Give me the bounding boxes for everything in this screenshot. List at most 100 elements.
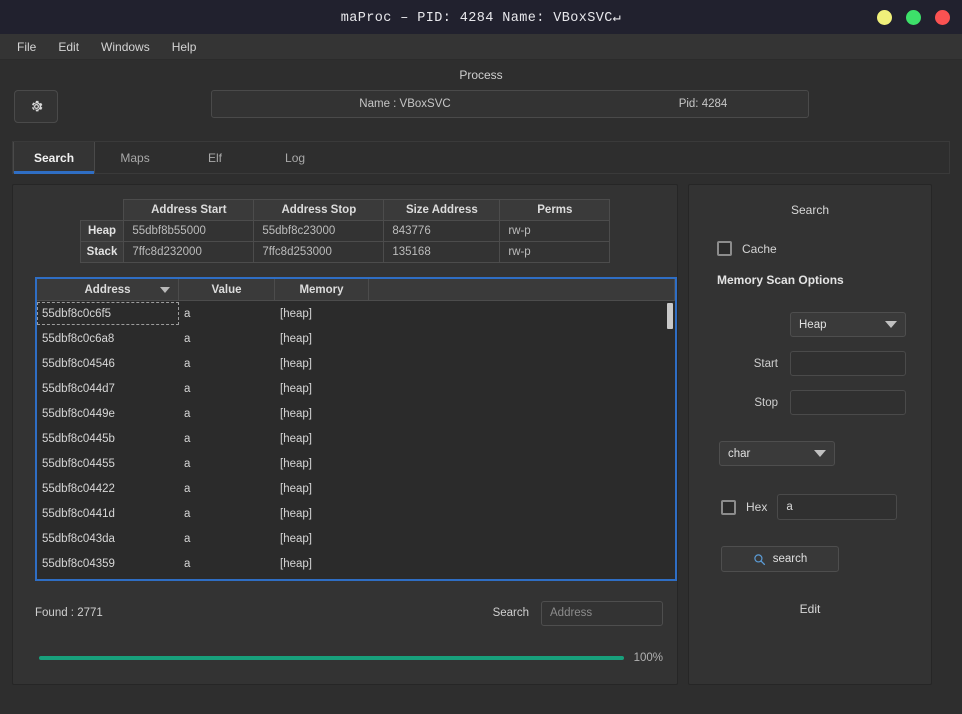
tab-maps[interactable]: Maps: [95, 142, 175, 173]
row-value: a: [184, 357, 191, 370]
region-select-value: Heap: [799, 318, 827, 331]
maximize-button[interactable]: [906, 9, 921, 25]
row-address: 55dbf8c043da: [42, 532, 115, 545]
search-button[interactable]: search: [721, 546, 839, 572]
table-row[interactable]: 55dbf8c04546 a [heap]: [37, 351, 675, 376]
table-row[interactable]: 55dbf8c0441d a [heap]: [37, 501, 675, 526]
menu-item-help[interactable]: Help: [163, 37, 206, 57]
row-value: a: [184, 557, 191, 570]
results-header-address[interactable]: Address: [37, 279, 179, 301]
maps-row-label-heap: Heap: [79, 220, 125, 242]
menu-item-edit[interactable]: Edit: [49, 37, 88, 57]
search-value-input[interactable]: [777, 494, 898, 520]
close-button[interactable]: [935, 9, 950, 25]
type-select-row: char: [689, 415, 931, 466]
table-row[interactable]: 55dbf8c043da a [heap]: [37, 526, 675, 551]
results-header-value[interactable]: Value: [179, 279, 275, 301]
maps-stack-start: 7ffc8d232000: [123, 241, 255, 263]
cache-option-row: Cache: [689, 217, 931, 256]
menu-item-windows[interactable]: Windows: [92, 37, 159, 57]
menu-item-file[interactable]: File: [8, 37, 45, 57]
process-pid: Pid: 4284: [678, 98, 728, 110]
row-address: 55dbf8c0449e: [42, 407, 115, 420]
maps-heap-stop: 55dbf8c23000: [253, 220, 385, 242]
memory-maps-wrap: Address Start Address Stop Size Address …: [13, 185, 677, 263]
stop-input[interactable]: [790, 390, 906, 415]
table-row[interactable]: 55dbf8c044d7 a [heap]: [37, 376, 675, 401]
row-value: a: [184, 532, 191, 545]
search-results-panel: Address Start Address Stop Size Address …: [12, 184, 678, 685]
cache-label: Cache: [742, 241, 777, 256]
maps-stack-size: 135168: [383, 241, 501, 263]
minimize-button[interactable]: [877, 9, 892, 25]
maps-stack-stop: 7ffc8d253000: [253, 241, 385, 263]
table-row[interactable]: 55dbf8c04455 a [heap]: [37, 451, 675, 476]
footer-search-label: Search: [492, 607, 529, 619]
region-select[interactable]: Heap: [790, 312, 906, 337]
row-memory: [heap]: [280, 457, 312, 470]
start-label: Start: [753, 357, 778, 370]
maps-header-address-stop: Address Stop: [253, 199, 385, 221]
tab-log[interactable]: Log: [255, 142, 335, 173]
maps-row-stack[interactable]: Stack 7ffc8d232000 7ffc8d253000 135168 r…: [79, 241, 611, 263]
edit-label: Edit: [799, 602, 821, 616]
table-row[interactable]: 55dbf8c0449e a [heap]: [37, 401, 675, 426]
results-table[interactable]: Address Value Memory 55dbf8c0c6f5 a [hea…: [35, 277, 677, 581]
maps-heap-perms: rw-p: [499, 220, 611, 242]
table-row[interactable]: 55dbf8c04422 a [heap]: [37, 476, 675, 501]
results-header-memory[interactable]: Memory: [275, 279, 369, 301]
results-scrollbar-thumb[interactable]: [667, 303, 673, 329]
memory-maps-table: Address Start Address Stop Size Address …: [79, 199, 611, 263]
row-address: 55dbf8c0c6f5: [37, 302, 179, 325]
process-heading: Process: [459, 68, 503, 82]
maps-heap-start: 55dbf8b55000: [123, 220, 255, 242]
row-memory: [heap]: [280, 432, 312, 445]
tab-elf[interactable]: Elf: [175, 142, 255, 173]
tab-bar: Search Maps Elf Log: [12, 141, 950, 174]
results-header-filler: [369, 279, 675, 301]
value-type-select[interactable]: char: [719, 441, 835, 466]
process-name: Name : VBoxSVC: [359, 98, 451, 110]
row-memory: [heap]: [280, 482, 312, 495]
settings-button[interactable]: [14, 90, 58, 123]
stop-field-row: Stop: [689, 376, 931, 415]
hex-checkbox[interactable]: [721, 499, 736, 515]
row-address: 55dbf8c0c6a8: [42, 332, 115, 345]
tab-log-label: Log: [285, 150, 306, 165]
progress-bar-fill: [39, 656, 624, 660]
scan-options-title: Memory Scan Options: [717, 273, 844, 287]
process-area: Process Name : VBoxSVC Pid: 4284: [0, 60, 962, 123]
row-address: 55dbf8c04546: [42, 357, 115, 370]
search-button-row: search: [689, 520, 931, 572]
table-row[interactable]: 55dbf8c0c6a8 a [heap]: [37, 326, 675, 351]
table-row[interactable]: 55dbf8c0445b a [heap]: [37, 426, 675, 451]
results-footer: Found : 2771 Search 100%: [13, 596, 677, 684]
menu-bar: File Edit Windows Help: [0, 34, 962, 60]
maps-stack-perms: rw-p: [499, 241, 611, 263]
tab-search-label: Search: [34, 150, 75, 165]
row-value: a: [184, 457, 191, 470]
maps-row-heap[interactable]: Heap 55dbf8b55000 55dbf8c23000 843776 rw…: [79, 220, 611, 242]
row-value: a: [184, 482, 191, 495]
results-rows: 55dbf8c0c6f5 a [heap] 55dbf8c0c6a8 a [he…: [37, 301, 675, 576]
row-memory: [heap]: [280, 557, 312, 570]
sort-descending-icon: [160, 286, 170, 293]
row-memory: [heap]: [280, 357, 312, 370]
tab-search[interactable]: Search: [13, 142, 96, 174]
maps-header-row: Address Start Address Stop Size Address …: [80, 199, 611, 221]
row-value: a: [184, 382, 191, 395]
table-row[interactable]: 55dbf8c0c6f5 a [heap]: [37, 301, 675, 326]
start-input[interactable]: [790, 351, 906, 376]
address-search-input[interactable]: [541, 600, 663, 626]
tab-maps-label: Maps: [120, 150, 150, 165]
row-value: a: [184, 407, 191, 420]
cache-checkbox[interactable]: [717, 241, 732, 256]
row-value: a: [184, 432, 191, 445]
region-select-row: Heap: [689, 287, 931, 337]
magnifier-icon: [754, 553, 765, 565]
row-value: a: [184, 307, 191, 320]
search-options-panel: Search Cache Memory Scan Options Heap St…: [688, 184, 932, 685]
row-address: 55dbf8c0441d: [42, 507, 115, 520]
row-memory: [heap]: [280, 507, 312, 520]
table-row[interactable]: 55dbf8c04359 a [heap]: [37, 551, 675, 576]
